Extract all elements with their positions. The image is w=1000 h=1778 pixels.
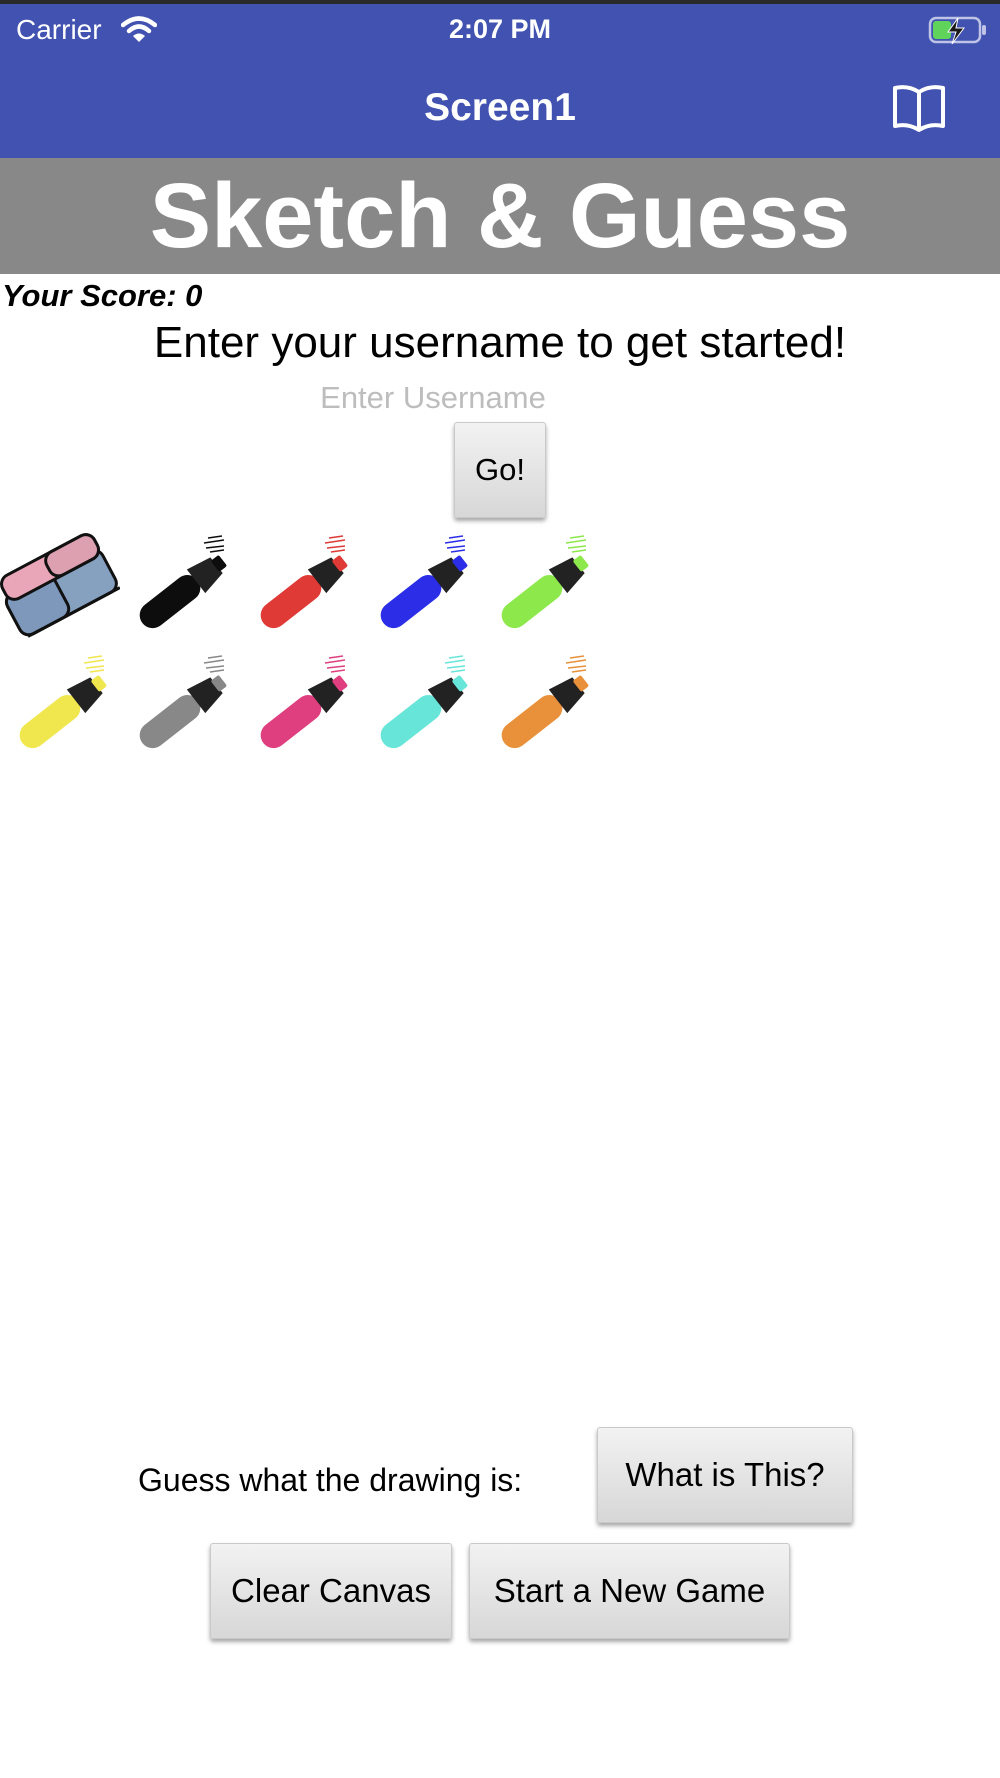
marker-blue-icon[interactable] bbox=[361, 530, 481, 650]
book-icon[interactable] bbox=[890, 82, 948, 134]
username-input[interactable] bbox=[296, 374, 570, 422]
eraser-icon[interactable] bbox=[0, 530, 120, 650]
guess-label: Guess what the drawing is: bbox=[138, 1462, 523, 1498]
status-bar: Carrier 2:07 PM bbox=[0, 4, 1000, 54]
marker-cyan-icon[interactable] bbox=[361, 650, 481, 770]
clear-canvas-button[interactable]: Clear Canvas bbox=[210, 1543, 452, 1639]
marker-green-icon[interactable] bbox=[482, 530, 602, 650]
app-banner-title: Sketch & Guess bbox=[0, 158, 1000, 274]
screen-title: Screen1 bbox=[424, 86, 576, 129]
marker-yellow-icon[interactable] bbox=[0, 650, 120, 770]
start-prompt: Enter your username to get started! bbox=[153, 318, 847, 367]
what-is-this-button[interactable]: What is This? bbox=[597, 1427, 853, 1523]
go-button[interactable]: Go! bbox=[454, 422, 546, 518]
marker-red-icon[interactable] bbox=[241, 530, 361, 650]
score-label: Your Score: 0 bbox=[2, 278, 203, 313]
marker-orange-icon[interactable] bbox=[482, 650, 602, 770]
battery-charging-icon bbox=[928, 16, 986, 45]
app-header: Carrier 2:07 PM Screen1 bbox=[0, 4, 1000, 158]
marker-black-icon[interactable] bbox=[120, 530, 240, 650]
marker-pink-icon[interactable] bbox=[241, 650, 361, 770]
new-game-button[interactable]: Start a New Game bbox=[469, 1543, 790, 1639]
status-time: 2:07 PM bbox=[448, 14, 552, 44]
marker-gray-icon[interactable] bbox=[120, 650, 240, 770]
